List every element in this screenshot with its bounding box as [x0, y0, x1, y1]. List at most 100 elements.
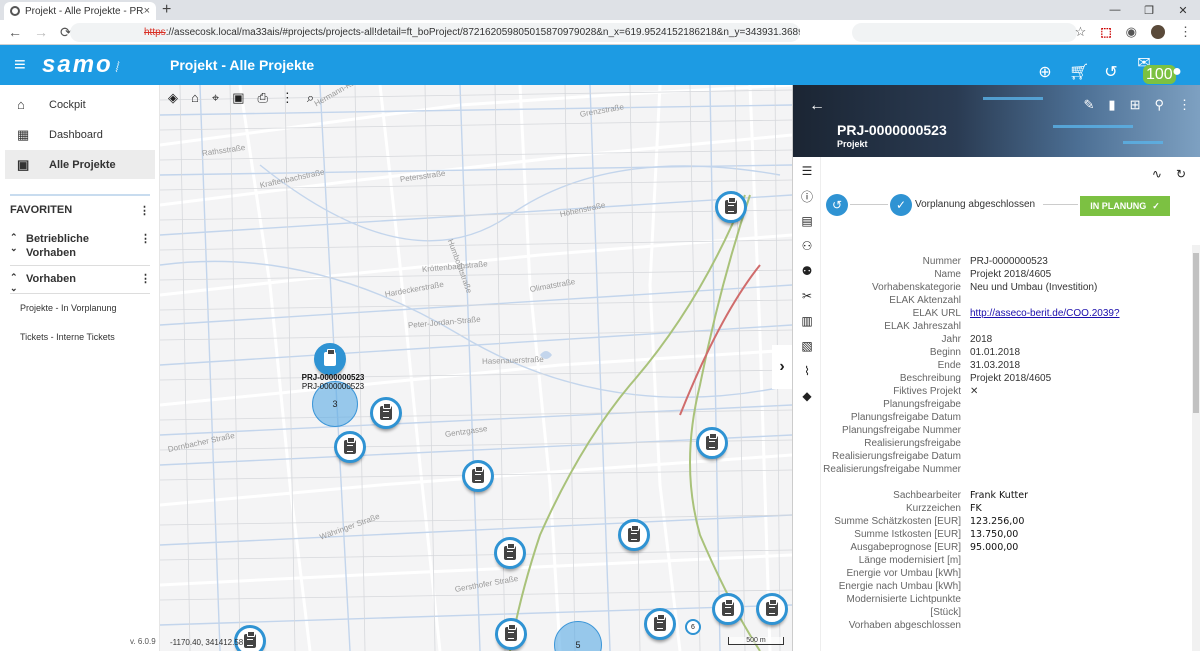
map-toolbar: ◈ ⌂ ⌖ ▣ ⎙ ⋮ ⌕ [168, 90, 314, 106]
project-marker[interactable] [334, 431, 366, 463]
history-icon[interactable]: ↺ [1102, 62, 1120, 82]
workflow-done-check-icon: ✓ [890, 194, 912, 216]
extension-icon[interactable]: ◉ [1126, 24, 1137, 40]
dashboard-icon: ▦ [17, 126, 30, 142]
field-label: Energie nach Umbau [kWh] [838, 581, 961, 592]
cart-icon[interactable]: 🛒︎ [1069, 62, 1089, 82]
attachment-icon[interactable]: ⌇ [799, 363, 815, 379]
refresh-icon[interactable]: ↻ [1176, 167, 1186, 181]
url-scheme: https [144, 27, 166, 38]
status-button[interactable]: IN PLANUNG ✓ [1080, 196, 1170, 216]
search-icon[interactable]: ⌕ [307, 90, 314, 106]
field-value: 123.256,00 [970, 516, 1025, 527]
location-pin-icon[interactable]: ⚲ [1154, 97, 1164, 113]
field-value: PRJ-0000000523 [970, 256, 1048, 267]
project-marker[interactable] [696, 427, 728, 459]
trend-chart-icon[interactable]: ∿ [1152, 167, 1162, 181]
browser-tab[interactable]: Projekt - Alle Projekte - PRJ-000… × [4, 2, 156, 20]
project-id-title: PRJ-0000000523 [837, 122, 947, 138]
field-value: 2018 [970, 334, 993, 345]
project-marker[interactable] [712, 593, 744, 625]
money-icon[interactable]: ▧ [799, 338, 815, 354]
header-decoration [983, 97, 1043, 100]
back-arrow-icon[interactable]: ← [8, 24, 22, 41]
field-label: ELAK Aktenzahl [889, 295, 961, 306]
sidebar-item-cockpit[interactable]: ⌂ Cockpit [5, 90, 155, 119]
sidebar-item-alle-projekte[interactable]: ▣ Alle Projekte [5, 150, 155, 179]
field-label: Beschreibung [899, 373, 961, 384]
sidebar-item-dashboard[interactable]: ▦ Dashboard [5, 120, 155, 149]
add-icon[interactable]: ⊕ [1036, 62, 1054, 82]
field-label: Summe Istkosten [EUR] [854, 529, 961, 540]
map-view[interactable]: ◈ ⌂ ⌖ ▣ ⎙ ⋮ ⌕ Rathsstraße Hermann-Kafka-… [160, 85, 792, 651]
project-marker[interactable] [644, 608, 676, 640]
layers-icon[interactable]: ◈ [168, 90, 178, 106]
expand-chevron-icon[interactable]: ⌃ ⌄ [10, 232, 26, 260]
list-icon[interactable]: ☰ [799, 163, 815, 179]
project-marker[interactable] [756, 593, 788, 625]
back-arrow-icon[interactable]: ← [809, 97, 825, 115]
cart-add-icon[interactable]: ⊞ [1130, 97, 1141, 113]
workflow-history-icon[interactable]: ↺ [826, 194, 848, 216]
link-projekte-in-vorplanung[interactable]: Projekte - In Vorplanung [20, 303, 117, 313]
pdf-extension-icon[interactable]: ⬚ [1100, 25, 1111, 39]
tools-icon[interactable]: ✂ [799, 288, 815, 304]
briefcase-icon[interactable]: ▣ [232, 90, 244, 106]
more-icon[interactable]: ⋮ [281, 90, 294, 106]
marker-count[interactable]: 6 [685, 619, 701, 635]
group-more-icon[interactable]: ⋮ [140, 232, 151, 260]
field-link[interactable]: http://asseco-berit.de/COO.2039? [970, 307, 1120, 320]
profile-avatar[interactable] [1151, 25, 1165, 39]
info-icon[interactable]: ⓘ [799, 188, 815, 204]
tab-close-icon[interactable]: × [144, 5, 150, 17]
minimize-button[interactable]: — [1098, 0, 1132, 20]
home-view-icon[interactable]: ⌂ [191, 90, 199, 106]
user-group-icon[interactable]: ⚉ [799, 263, 815, 279]
project-marker[interactable] [618, 519, 650, 551]
project-marker[interactable] [715, 191, 747, 223]
forward-arrow-icon[interactable]: → [34, 24, 48, 41]
project-marker[interactable] [370, 397, 402, 429]
print-icon[interactable]: ⎙ [257, 90, 267, 106]
project-marker[interactable] [462, 460, 494, 492]
star-icon[interactable]: ☆ [1075, 24, 1087, 40]
project-marker[interactable] [494, 537, 526, 569]
new-tab-button[interactable]: + [162, 1, 171, 19]
favorites-header: FAVORITEN ⋮ [10, 204, 150, 217]
field-label: Realisierungsfreigabe Nummer [823, 464, 961, 475]
map-streets [160, 85, 792, 651]
project-marker[interactable] [495, 618, 527, 650]
cost-document-icon[interactable]: ▤ [799, 213, 815, 229]
hamburger-menu-icon[interactable]: ≡ [14, 55, 26, 75]
expand-chevron-icon[interactable]: ⌃ ⌄ [10, 272, 26, 294]
favorites-more-icon[interactable]: ⋮ [139, 204, 150, 217]
divider [10, 194, 150, 196]
divider [10, 265, 150, 266]
clipboard-icon[interactable]: ▥ [799, 313, 815, 329]
field-label: ELAK Jahreszahl [884, 321, 961, 332]
browser-menu-icon[interactable]: ⋮ [1179, 24, 1192, 40]
window-close-button[interactable]: ✕ [1166, 0, 1200, 20]
group-more-icon[interactable]: ⋮ [140, 272, 151, 294]
group-vorhaben[interactable]: ⌃ ⌄ Vorhaben ⋮ [10, 272, 151, 294]
link-tickets-interne-tickets[interactable]: Tickets - Interne Tickets [20, 332, 115, 342]
edit-icon[interactable]: ✎ [1084, 97, 1095, 113]
collapse-panel-chevron-icon[interactable]: › [772, 345, 792, 389]
field-label: Summe Schätzkosten [EUR] [834, 516, 961, 527]
field-label: Planungsfreigabe Datum [850, 412, 961, 423]
panel-more-icon[interactable]: ⋮ [1178, 97, 1191, 113]
field-value: ✕ [970, 386, 979, 397]
people-icon[interactable]: ⚇ [799, 238, 815, 254]
coordinates-readout: -1170.40, 341412.58 [170, 638, 244, 647]
account-icon[interactable]: ● [1168, 63, 1186, 81]
delete-icon[interactable]: ▮ [1108, 97, 1115, 113]
locate-icon[interactable]: ⌖ [212, 90, 219, 106]
maximize-button[interactable]: ❐ [1132, 0, 1166, 20]
label-icon[interactable]: ◆ [799, 388, 815, 404]
url-input[interactable]: https://assecosk.local/ma33ais/#projects… [70, 23, 800, 42]
panel-scrollbar[interactable] [1192, 245, 1200, 651]
group-betriebliche-vorhaben[interactable]: ⌃ ⌄ Betriebliche Vorhaben ⋮ [10, 232, 151, 260]
briefcase-icon: ▣ [17, 156, 30, 172]
group-label: Vorhaben [26, 273, 76, 285]
project-marker-selected[interactable] [314, 343, 346, 375]
